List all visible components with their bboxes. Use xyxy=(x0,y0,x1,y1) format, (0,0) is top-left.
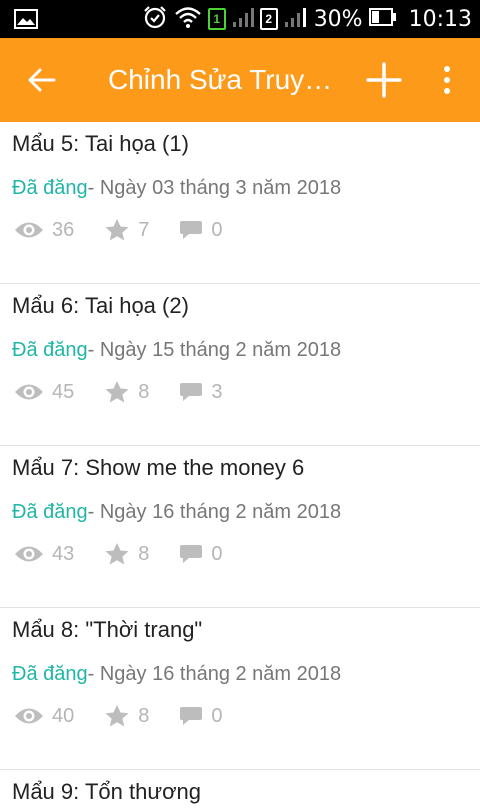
part-title: Mẩu 8: "Thời trang" xyxy=(12,617,203,642)
gallery-notification-icon xyxy=(14,9,38,29)
part-title: Mẩu 7: Show me the money 6 xyxy=(12,455,305,480)
alarm-icon xyxy=(142,5,168,34)
part-stats: 36 7 0 xyxy=(14,216,253,244)
back-button[interactable] xyxy=(20,60,64,100)
list-item[interactable]: Mẩu 9: Tổn thương xyxy=(0,770,480,810)
published-status: Đã đăng xyxy=(12,663,88,685)
status-bar: 1 2 30% 10:13 xyxy=(0,0,480,38)
comment-icon xyxy=(180,383,203,401)
star-icon xyxy=(105,543,129,565)
publish-date: - Ngày 16 tháng 2 năm 2018 xyxy=(87,501,342,523)
battery-icon xyxy=(368,7,397,31)
comments-stat: 0 xyxy=(179,542,223,566)
eye-icon xyxy=(15,222,43,238)
star-icon xyxy=(105,705,129,727)
part-title: Mẩu 5: Tai họa (1) xyxy=(12,131,189,156)
signal-icon xyxy=(232,6,254,33)
views-count: 40 xyxy=(52,704,75,727)
published-status: Đã đăng xyxy=(12,501,88,523)
battery-percent: 30% xyxy=(313,6,363,32)
part-status-line: Đã đăng- Ngày 15 tháng 2 năm 2018 xyxy=(12,339,341,362)
star-icon xyxy=(105,219,129,241)
part-title: Mẩu 6: Tai họa (2) xyxy=(12,293,189,318)
comments-count: 0 xyxy=(211,704,223,727)
part-title: Mẩu 9: Tổn thương xyxy=(12,779,201,804)
clock: 10:13 xyxy=(408,6,472,32)
part-stats: 40 8 0 xyxy=(14,702,253,730)
votes-count: 8 xyxy=(138,542,150,565)
comment-icon xyxy=(180,545,203,563)
more-options-button[interactable] xyxy=(432,58,462,102)
comments-stat: 0 xyxy=(179,218,223,242)
comments-stat: 3 xyxy=(179,380,223,404)
sim1-icon: 1 xyxy=(207,8,226,30)
comment-icon xyxy=(180,707,203,725)
part-stats: 45 8 3 xyxy=(14,378,253,406)
add-part-button[interactable] xyxy=(362,58,406,102)
votes-count: 7 xyxy=(138,218,150,241)
more-vertical-icon xyxy=(444,66,450,94)
views-stat: 43 xyxy=(14,543,74,566)
wifi-icon xyxy=(174,6,202,33)
published-status: Đã đăng xyxy=(12,339,88,361)
app-bar: Chỉnh Sửa Truy… xyxy=(0,38,480,122)
views-count: 45 xyxy=(52,380,75,403)
signal-icon xyxy=(284,6,306,33)
comments-count: 0 xyxy=(211,218,223,241)
publish-date: - Ngày 16 tháng 2 năm 2018 xyxy=(87,663,342,685)
eye-icon xyxy=(15,546,43,562)
eye-icon xyxy=(15,708,43,724)
list-item[interactable]: Mẩu 8: "Thời trang" Đã đăng- Ngày 16 thá… xyxy=(0,608,480,770)
list-item[interactable]: Mẩu 7: Show me the money 6 Đã đăng- Ngày… xyxy=(0,446,480,608)
votes-stat: 7 xyxy=(104,218,149,242)
comments-stat: 0 xyxy=(179,704,223,728)
part-status-line: Đã đăng- Ngày 03 tháng 3 năm 2018 xyxy=(12,177,341,200)
part-status-line: Đã đăng- Ngày 16 tháng 2 năm 2018 xyxy=(12,501,341,524)
votes-stat: 8 xyxy=(104,380,149,404)
votes-stat: 8 xyxy=(104,704,149,728)
publish-date: - Ngày 03 tháng 3 năm 2018 xyxy=(87,177,342,199)
eye-icon xyxy=(15,384,43,400)
parts-list: Mẩu 5: Tai họa (1) Đã đăng- Ngày 03 thán… xyxy=(0,122,480,810)
publish-date: - Ngày 15 tháng 2 năm 2018 xyxy=(87,339,342,361)
comments-count: 3 xyxy=(211,380,223,403)
published-status: Đã đăng xyxy=(12,177,88,199)
part-stats: 43 8 0 xyxy=(14,540,253,568)
plus-icon xyxy=(366,62,402,98)
views-stat: 45 xyxy=(14,381,74,404)
part-status-line: Đã đăng- Ngày 16 tháng 2 năm 2018 xyxy=(12,663,341,686)
page-title: Chỉnh Sửa Truy… xyxy=(108,64,333,95)
comments-count: 0 xyxy=(211,542,223,565)
views-stat: 36 xyxy=(14,219,74,242)
list-item[interactable]: Mẩu 5: Tai họa (1) Đã đăng- Ngày 03 thán… xyxy=(0,122,480,284)
star-icon xyxy=(105,381,129,403)
votes-count: 8 xyxy=(138,704,150,727)
views-count: 43 xyxy=(52,542,75,565)
votes-count: 8 xyxy=(138,380,150,403)
sim2-icon: 2 xyxy=(259,8,278,30)
comment-icon xyxy=(180,221,203,239)
arrow-left-icon xyxy=(28,68,56,92)
views-count: 36 xyxy=(52,218,75,241)
views-stat: 40 xyxy=(14,705,74,728)
list-item[interactable]: Mẩu 6: Tai họa (2) Đã đăng- Ngày 15 thán… xyxy=(0,284,480,446)
votes-stat: 8 xyxy=(104,542,149,566)
